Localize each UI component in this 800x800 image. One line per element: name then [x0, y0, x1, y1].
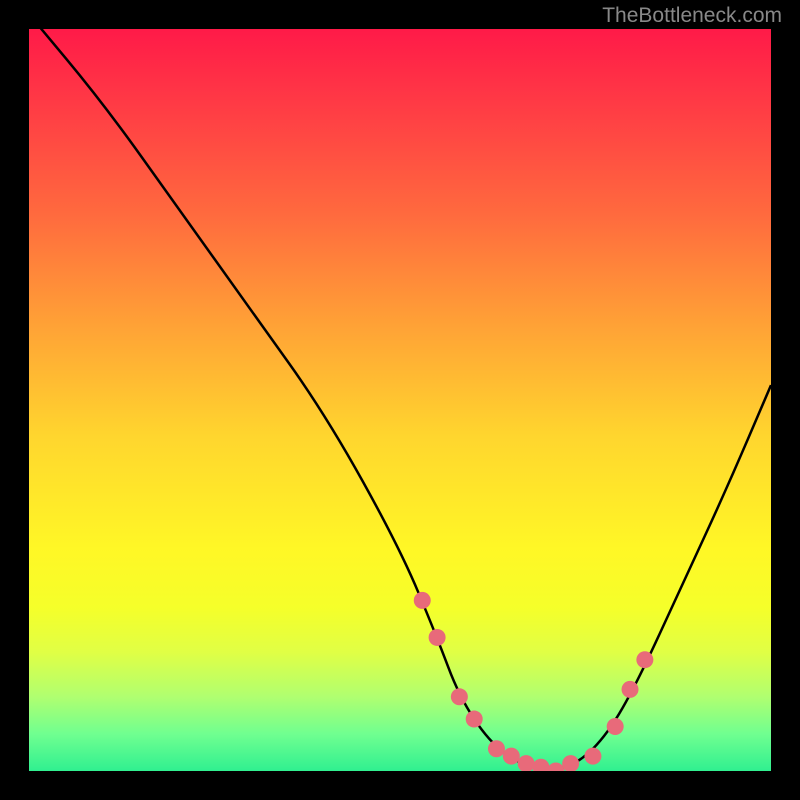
- marker-point: [451, 688, 468, 705]
- bottleneck-curve: [29, 29, 771, 769]
- marker-point: [466, 711, 483, 728]
- watermark-text: TheBottleneck.com: [602, 4, 782, 28]
- marker-point: [607, 718, 624, 735]
- marker-point: [532, 759, 549, 771]
- marker-point: [518, 755, 535, 771]
- marker-point: [414, 592, 431, 609]
- highlight-markers: [414, 592, 654, 771]
- marker-point: [503, 748, 520, 765]
- marker-point: [429, 629, 446, 646]
- marker-point: [562, 755, 579, 771]
- chart-svg: [29, 29, 771, 771]
- chart-container: TheBottleneck.com: [0, 0, 800, 800]
- marker-point: [584, 748, 601, 765]
- marker-point: [636, 651, 653, 668]
- plot-area: [29, 29, 771, 771]
- marker-point: [547, 763, 564, 772]
- marker-point: [488, 740, 505, 757]
- curve-path: [29, 29, 771, 769]
- marker-point: [622, 681, 639, 698]
